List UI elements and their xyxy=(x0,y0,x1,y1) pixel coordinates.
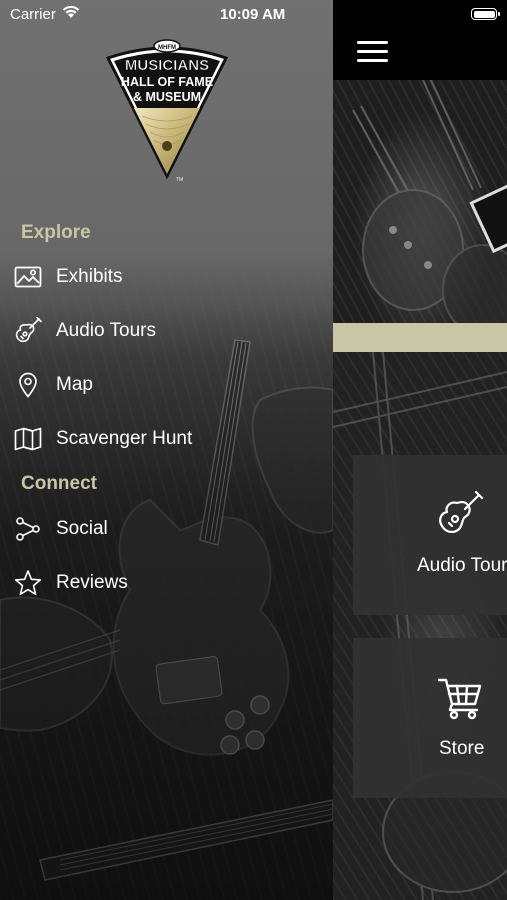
logo-line-1: MUSICIANS xyxy=(125,57,209,74)
menu-item-exhibits[interactable]: Exhibits xyxy=(14,259,314,295)
star-icon xyxy=(14,569,42,597)
status-bar: Carrier 10:09 AM xyxy=(0,0,333,30)
menu-item-label: Reviews xyxy=(56,572,128,593)
navigation-drawer: Carrier 10:09 AM MHFM MUSICIANS HALL OF … xyxy=(0,0,333,900)
wifi-icon xyxy=(62,5,80,18)
clock: 10:09 AM xyxy=(220,6,286,23)
logo-line-2: HALL OF FAME xyxy=(121,75,213,89)
cart-icon xyxy=(435,672,485,722)
carrier-label: Carrier xyxy=(10,6,56,23)
menu-item-reviews[interactable]: Reviews xyxy=(14,565,314,601)
map-pin-icon xyxy=(14,371,42,399)
menu-item-label: Audio Tours xyxy=(56,320,156,341)
accent-banner xyxy=(333,323,507,352)
guitar-icon xyxy=(435,489,485,539)
guitar-icon xyxy=(14,317,42,345)
tile-audio-tours[interactable]: Audio Tours xyxy=(353,455,507,615)
section-heading-explore: Explore xyxy=(21,222,91,243)
app-screen: Audio Tours Store Carrier 10:09 AM MHFM … xyxy=(0,0,507,900)
menu-item-label: Map xyxy=(56,374,93,395)
folded-map-icon xyxy=(14,425,42,453)
logo-badge-text: MHFM xyxy=(158,45,176,51)
logo-line-3: & MUSEUM xyxy=(133,90,201,104)
menu-item-social[interactable]: Social xyxy=(14,511,314,547)
hero-guitar-image xyxy=(333,80,507,323)
main-content-panel: Audio Tours Store xyxy=(333,0,507,900)
main-background-texture xyxy=(333,352,507,900)
tile-store[interactable]: Store xyxy=(353,638,507,798)
menu-item-map[interactable]: Map xyxy=(14,367,314,403)
image-icon xyxy=(14,263,42,291)
hamburger-menu-icon[interactable] xyxy=(357,41,388,63)
menu-item-label: Scavenger Hunt xyxy=(56,428,193,449)
tile-label: Audio Tours xyxy=(417,555,507,576)
menu-item-label: Exhibits xyxy=(56,266,123,287)
section-heading-connect: Connect xyxy=(21,473,97,494)
share-icon xyxy=(14,515,42,543)
battery-icon xyxy=(471,8,500,20)
museum-logo: MHFM MUSICIANS HALL OF FAME & MUSEUM TM xyxy=(104,36,230,184)
svg-text:TM: TM xyxy=(176,177,183,183)
menu-item-scavenger-hunt[interactable]: Scavenger Hunt xyxy=(14,421,314,457)
menu-item-label: Social xyxy=(56,518,108,539)
tile-label: Store xyxy=(439,738,485,759)
menu-item-audio-tours[interactable]: Audio Tours xyxy=(14,313,314,349)
main-top-bar xyxy=(333,0,507,80)
